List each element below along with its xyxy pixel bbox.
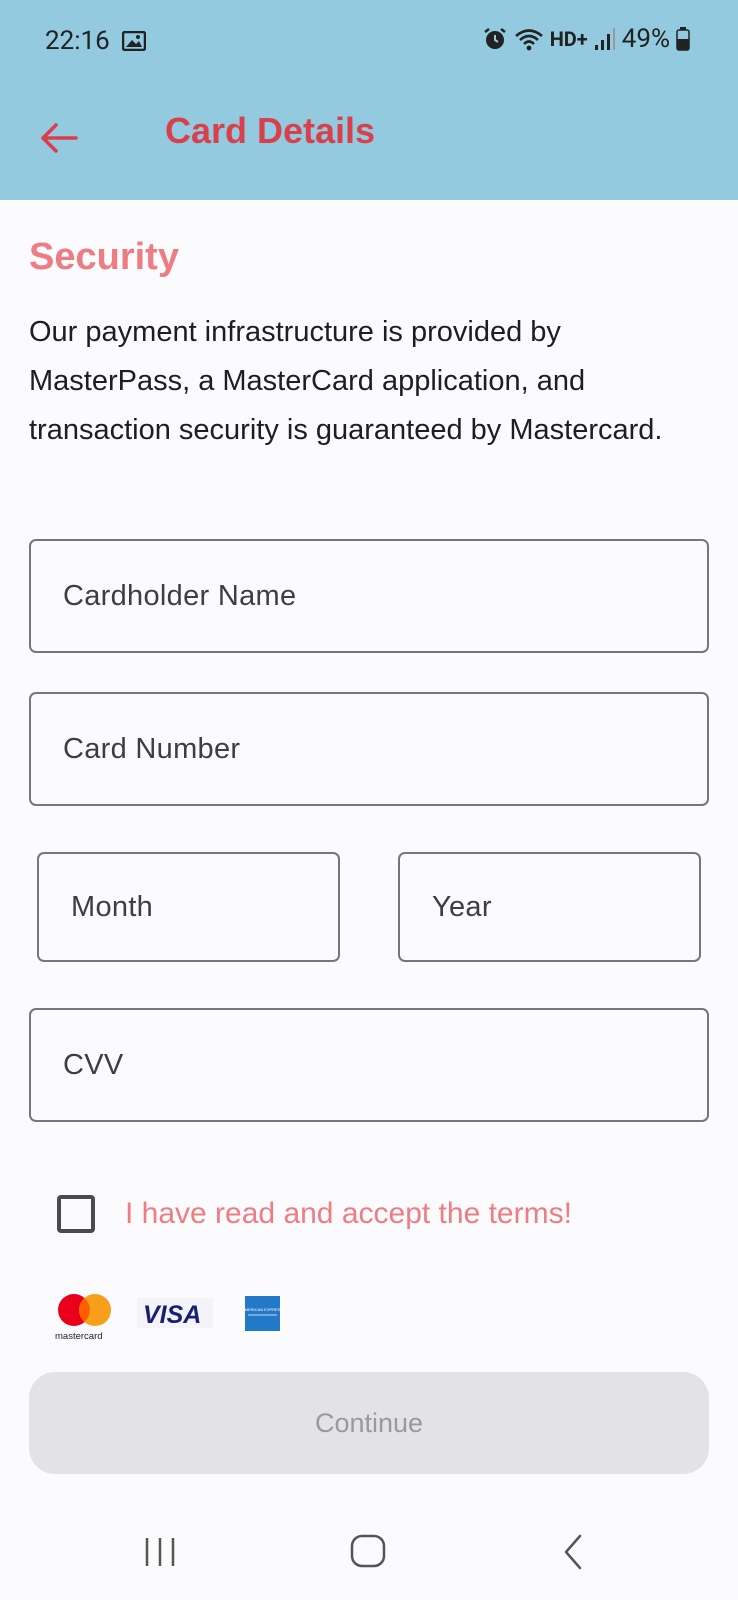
recent-apps-icon[interactable]	[120, 1510, 200, 1590]
alarm-icon	[483, 28, 506, 49]
amex-wordmark: AMERICAN EXPRESS	[242, 1307, 283, 1312]
mastercard-logo: mastercard	[55, 1294, 111, 1342]
card-brand-logos: mastercard VISA AMERICAN EXPRESS	[55, 1294, 283, 1342]
system-nav-bar	[0, 1510, 738, 1600]
card-number-field[interactable]: Card Number	[29, 692, 709, 806]
network-type: HD+	[549, 27, 588, 51]
signal-icon	[594, 28, 615, 50]
battery-icon	[676, 27, 690, 51]
image-notification-icon	[122, 31, 146, 51]
status-icons: HD+ 49%	[482, 24, 690, 54]
security-description: Our payment infrastructure is provided b…	[29, 316, 663, 446]
back-nav-icon[interactable]	[534, 1510, 614, 1590]
battery-percent: 49%	[621, 24, 670, 54]
status-time: 22:16	[45, 26, 110, 56]
mastercard-wordmark: mastercard	[55, 1331, 103, 1342]
cvv-field[interactable]: CVV	[29, 1008, 709, 1122]
home-icon[interactable]	[328, 1510, 408, 1590]
terms-row: I have read and accept the terms!	[57, 1192, 572, 1236]
continue-button[interactable]: Continue	[29, 1372, 709, 1474]
terms-label[interactable]: I have read and accept the terms!	[125, 1197, 572, 1231]
terms-checkbox[interactable]	[57, 1195, 95, 1233]
visa-logo: VISA	[137, 1298, 213, 1329]
arrow-left-icon[interactable]	[36, 114, 84, 162]
security-heading: Security	[29, 236, 179, 278]
year-field[interactable]: Year	[398, 852, 701, 962]
card-number-placeholder: Card Number	[63, 732, 241, 765]
visa-wordmark: VISA	[143, 1301, 201, 1329]
year-placeholder: Year	[432, 890, 492, 923]
cvv-placeholder: CVV	[63, 1048, 124, 1081]
amex-logo: AMERICAN EXPRESS	[242, 1296, 283, 1331]
wifi-icon	[514, 29, 543, 51]
status-bar: 22:16 HD+ 49%	[0, 0, 738, 88]
app-bar: Card Details	[0, 88, 738, 200]
cardholder-name-field[interactable]: Cardholder Name	[29, 539, 709, 653]
month-placeholder: Month	[71, 890, 154, 923]
month-field[interactable]: Month	[37, 852, 340, 962]
cardholder-name-placeholder: Cardholder Name	[63, 579, 297, 612]
page-title: Card Details	[165, 110, 376, 151]
